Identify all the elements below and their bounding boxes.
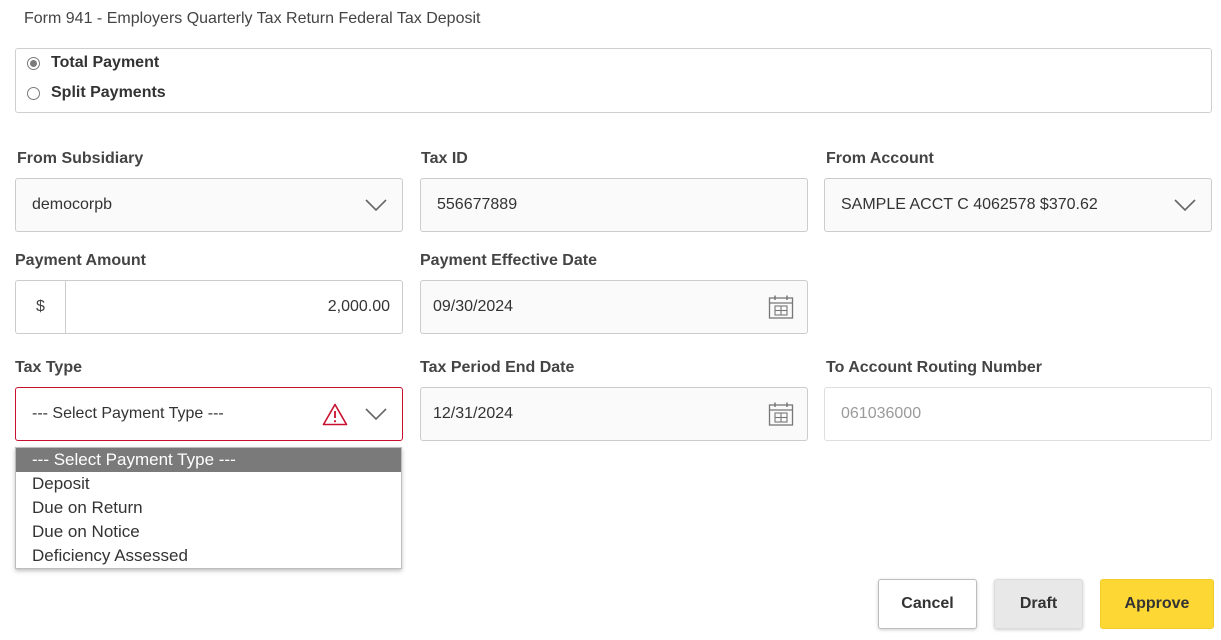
dropdown-option[interactable]: --- Select Payment Type --- — [16, 448, 401, 472]
chevron-down-icon — [1159, 199, 1211, 211]
to-account-routing-label: To Account Routing Number — [826, 359, 1042, 376]
calendar-icon[interactable] — [755, 401, 807, 427]
from-account-select[interactable]: SAMPLE ACCT C 4062578 $370.62 — [824, 178, 1212, 232]
radio-button[interactable] — [27, 56, 40, 70]
chevron-down-icon — [350, 408, 402, 420]
dropdown-option[interactable]: Due on Return — [16, 496, 401, 520]
to-account-routing-input: 061036000 — [824, 387, 1212, 441]
from-account-label: From Account — [826, 150, 934, 167]
dropdown-option[interactable]: Due on Notice — [16, 520, 401, 544]
from-subsidiary-select[interactable]: democorpb — [15, 178, 403, 232]
warning-icon — [322, 403, 348, 426]
tax-id-input[interactable]: 556677889 — [420, 178, 808, 232]
draft-button[interactable]: Draft — [994, 579, 1083, 629]
tax-period-end-date-label: Tax Period End Date — [420, 359, 575, 376]
tax-type-value: --- Select Payment Type --- — [32, 405, 224, 422]
payment-amount-input[interactable]: $ 2,000.00 — [15, 280, 403, 334]
chevron-down-icon — [350, 199, 402, 211]
tax-id-label: Tax ID — [421, 150, 468, 167]
payment-amount-label: Payment Amount — [15, 252, 146, 269]
radio-label: Total Payment — [51, 54, 160, 71]
payment-effective-date-input[interactable]: 09/30/2024 — [420, 280, 808, 334]
tax-type-select[interactable]: --- Select Payment Type --- — [15, 387, 403, 441]
dropdown-option[interactable]: Deposit — [16, 472, 401, 496]
approve-button[interactable]: Approve — [1100, 579, 1214, 629]
tax-id-value: 556677889 — [437, 196, 518, 213]
tax-type-dropdown-list: --- Select Payment Type --- Deposit Due … — [15, 447, 402, 569]
radio-button[interactable] — [27, 86, 40, 100]
tax-type-label: Tax Type — [15, 359, 82, 376]
radio-split-payments[interactable]: Split Payments — [27, 84, 166, 102]
currency-prefix: $ — [16, 281, 66, 333]
payment-amount-value: 2,000.00 — [327, 298, 390, 315]
cancel-button[interactable]: Cancel — [878, 579, 977, 629]
dropdown-option[interactable]: Deficiency Assessed — [16, 544, 401, 568]
payment-option-group: Total Payment Split Payments — [15, 48, 1212, 113]
from-account-value: SAMPLE ACCT C 4062578 $370.62 — [841, 196, 1098, 213]
radio-label: Split Payments — [51, 84, 166, 101]
from-subsidiary-label: From Subsidiary — [17, 150, 144, 167]
form-title: Form 941 - Employers Quarterly Tax Retur… — [24, 10, 481, 27]
from-subsidiary-value: democorpb — [32, 196, 113, 213]
radio-total-payment[interactable]: Total Payment — [27, 54, 159, 72]
tax-period-end-date-input[interactable]: 12/31/2024 — [420, 387, 808, 441]
calendar-icon[interactable] — [755, 294, 807, 320]
payment-effective-date-label: Payment Effective Date — [420, 252, 597, 269]
to-account-routing-value: 061036000 — [841, 405, 922, 422]
payment-effective-date-value: 09/30/2024 — [433, 298, 514, 315]
tax-period-end-date-value: 12/31/2024 — [433, 405, 514, 422]
